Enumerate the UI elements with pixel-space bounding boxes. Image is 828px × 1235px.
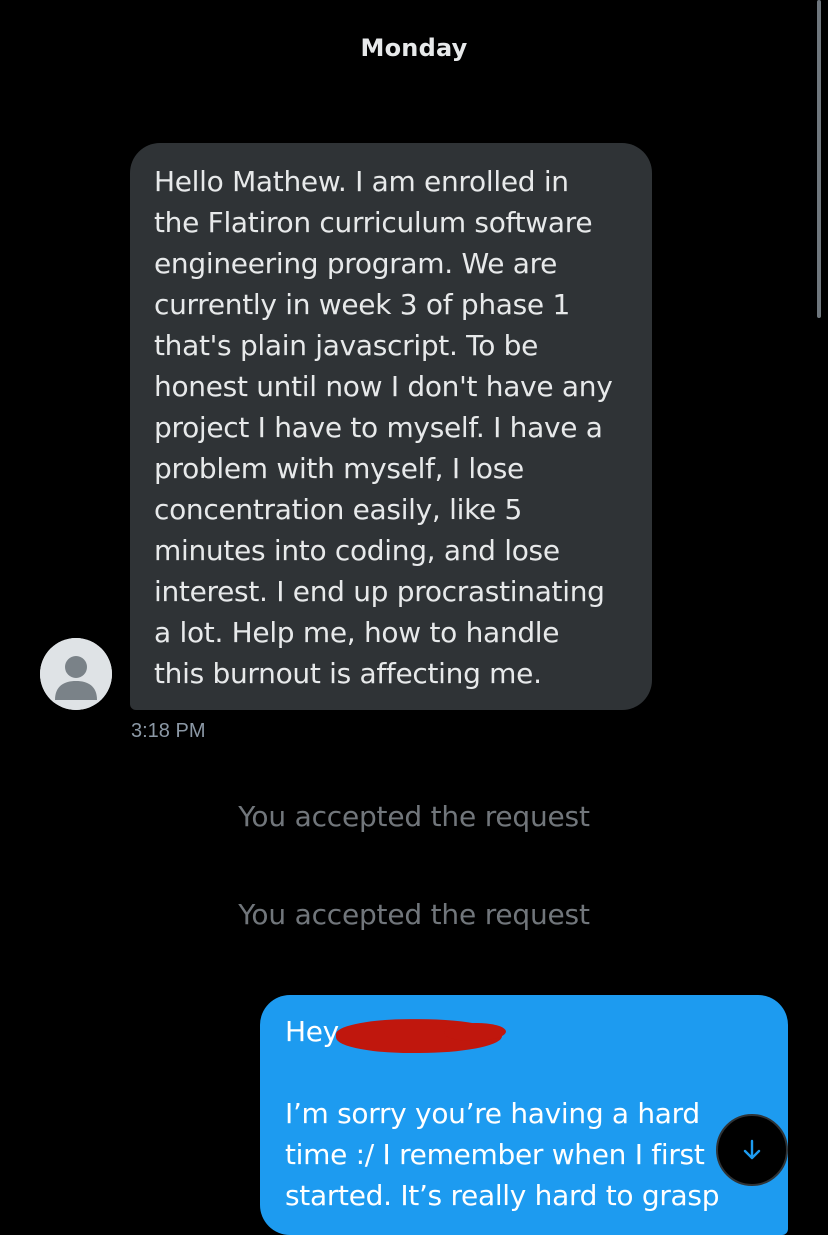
message-timestamp: 3:18 PM <box>131 720 206 742</box>
message-line: currently in week 3 of phase 1 <box>154 288 570 321</box>
message-line: started. It’s really hard to grasp <box>285 1179 720 1212</box>
message-line: minutes into coding, and lose <box>154 534 560 567</box>
sender-avatar[interactable] <box>40 638 112 710</box>
message-line: time :/ I remember when I first <box>285 1138 705 1171</box>
message-line: project I have to myself. I have a <box>154 411 603 444</box>
message-line: this burnout is affecting me. <box>154 657 542 690</box>
system-message: You accepted the request <box>238 800 590 833</box>
message-line: honest until now I don't have any <box>154 370 613 403</box>
message-line: that's plain javascript. To be <box>154 329 539 362</box>
day-separator: Monday <box>360 34 468 62</box>
message-line: a lot. Help me, how to handle <box>154 616 560 649</box>
scrollbar-thumb[interactable] <box>817 0 821 318</box>
message-line: Hello Mathew. I am enrolled in <box>154 165 569 198</box>
message-line: engineering program. We are <box>154 247 558 280</box>
message-line: the Flatiron curriculum software <box>154 206 593 239</box>
arrow-down-icon <box>743 1139 761 1160</box>
message-line: problem with myself, I lose <box>154 452 524 485</box>
message-line <box>285 1052 768 1093</box>
message-line: concentration easily, like 5 <box>154 493 523 526</box>
incoming-message-bubble[interactable]: Hello Mathew. I am enrolled in the Flati… <box>130 143 652 710</box>
scroll-to-bottom-button[interactable] <box>716 1114 788 1186</box>
message-line: interest. I end up procrastinating <box>154 575 605 608</box>
system-message: You accepted the request <box>238 898 590 931</box>
message-line: I’m sorry you’re having a hard <box>285 1097 700 1130</box>
default-profile-icon <box>40 638 112 710</box>
